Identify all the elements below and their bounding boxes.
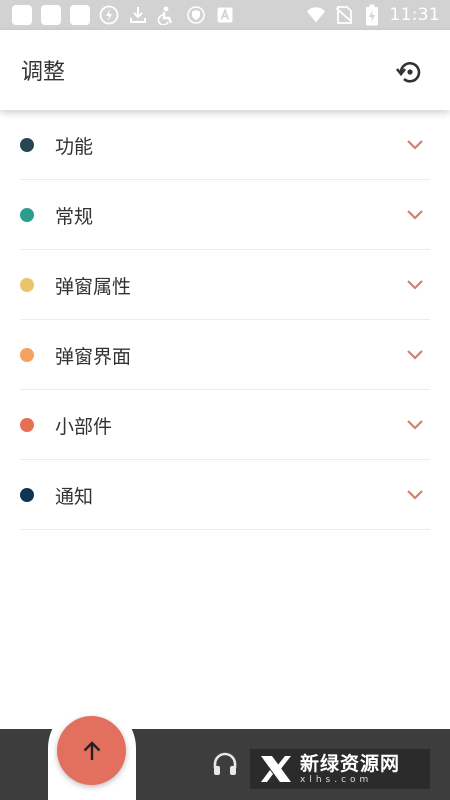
wifi-icon: [306, 5, 326, 25]
watermark-en: xlhs.com: [300, 775, 373, 785]
status-time: 11:31: [389, 5, 440, 25]
reset-button[interactable]: [393, 56, 425, 88]
section-label: 功能: [55, 136, 94, 158]
section-dot: [20, 418, 34, 432]
watermark-logo: 新绿资源网 xlhs.com: [250, 749, 430, 789]
status-bar-notifications: [12, 5, 235, 25]
section-dot: [20, 278, 34, 292]
app-bar: 调整: [0, 30, 450, 110]
logo-mark-icon: [261, 756, 291, 782]
notification-square-icon: [70, 5, 90, 25]
scroll-top-button[interactable]: [57, 716, 126, 785]
status-bar: 11:31: [0, 0, 450, 30]
screen: 11:31 调整 功能 常规 弹窗属性 弹窗界面 小部件 通知 新绿资源网 xl…: [0, 0, 450, 800]
arrow-up-icon: [83, 740, 100, 760]
chevron-down-icon: [407, 210, 423, 220]
section-item-function[interactable]: 功能: [0, 110, 450, 180]
notification-square-icon: [12, 5, 32, 25]
status-bar-system: 11:31: [306, 4, 441, 26]
section-dot: [20, 348, 34, 362]
notification-square-icon: [41, 5, 61, 25]
section-item-widgets[interactable]: 小部件: [0, 390, 450, 460]
section-label: 小部件: [55, 416, 113, 438]
chevron-down-icon: [407, 420, 423, 430]
section-item-general[interactable]: 常规: [0, 180, 450, 250]
section-dot: [20, 138, 34, 152]
accessibility-icon: [157, 5, 177, 25]
section-item-notifications[interactable]: 通知: [0, 460, 450, 530]
download-icon: [128, 5, 148, 25]
watermark-cn: 新绿资源网: [300, 753, 401, 775]
chevron-down-icon: [407, 280, 423, 290]
section-label: 弹窗属性: [55, 276, 132, 298]
section-list: 功能 常规 弹窗属性 弹窗界面 小部件 通知: [0, 110, 450, 530]
page-title: 调整: [21, 60, 66, 85]
chevron-down-icon: [407, 490, 423, 500]
restore-icon: [395, 62, 421, 83]
section-item-popup-properties[interactable]: 弹窗属性: [0, 250, 450, 320]
section-label: 通知: [55, 486, 94, 508]
chevron-down-icon: [407, 140, 423, 150]
divider: [20, 529, 430, 530]
text-a-icon: [215, 5, 235, 25]
headphones-button[interactable]: [212, 751, 238, 777]
chevron-down-icon: [407, 350, 423, 360]
no-sim-icon: [334, 5, 354, 25]
section-dot: [20, 208, 34, 222]
watermark-text: 新绿资源网 xlhs.com: [300, 753, 400, 785]
flash-icon: [99, 5, 119, 25]
section-label: 常规: [55, 206, 94, 228]
battery-charging-icon: [362, 4, 382, 26]
shield-icon: [186, 5, 206, 25]
headphones-icon: [213, 752, 237, 775]
section-dot: [20, 488, 34, 502]
section-label: 弹窗界面: [55, 346, 132, 368]
section-item-popup-interface[interactable]: 弹窗界面: [0, 320, 450, 390]
